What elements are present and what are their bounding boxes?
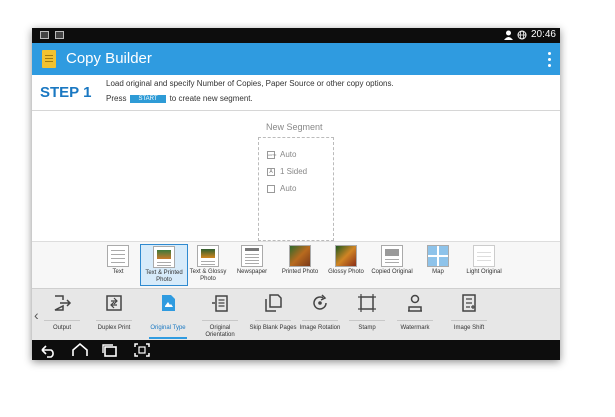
type-label: Light Original [466, 269, 502, 275]
app-bar: Copy Builder [32, 43, 560, 75]
func-image-shift[interactable]: Image Shift [444, 293, 494, 339]
step-label: STEP 1 [40, 84, 92, 101]
recents-icon[interactable] [100, 342, 120, 358]
func-label: Original Type [150, 325, 186, 331]
func-label: Watermark [400, 325, 430, 331]
stamp-icon [358, 294, 376, 312]
clock: 20:46 [530, 29, 556, 40]
original-type-bar: Text Text & Printed Photo Text & Glossy … [32, 241, 560, 289]
type-printed-photo[interactable]: Printed Photo [276, 244, 324, 286]
press-text: Press [106, 94, 127, 103]
image-rotation-icon [313, 294, 327, 310]
more-vert-icon[interactable] [546, 50, 552, 68]
function-bar: ‹ Output Duplex Print Original Type Orig… [32, 288, 560, 341]
func-original-type[interactable]: Original Type [143, 293, 193, 339]
create-text: to create new segment. [169, 94, 253, 103]
app-title: Copy Builder [66, 50, 152, 67]
type-label: Printed Photo [281, 269, 319, 275]
printed-photo-icon [289, 245, 311, 267]
func-label: Image Rotation [299, 325, 341, 331]
type-label: Text [112, 269, 124, 275]
func-output[interactable]: Output [37, 293, 87, 339]
func-label: Duplex Print [97, 325, 131, 331]
new-segment-box[interactable]: AUTO Auto A 1 Sided Auto [258, 137, 334, 241]
copied-original-icon [381, 245, 403, 267]
type-label: Glossy Photo [328, 269, 364, 275]
type-label: Text & Glossy Photo [189, 269, 227, 282]
segment-row-text: 1 Sided [280, 167, 308, 176]
duplex-print-icon [106, 295, 122, 311]
screenshot-icon[interactable] [132, 342, 152, 358]
newspaper-icon [241, 245, 263, 267]
step-instruction: Load original and specify Number of Copi… [106, 79, 394, 88]
func-label: Image Shift [453, 325, 485, 331]
type-newspaper[interactable]: Newspaper [228, 244, 276, 286]
paper-size-icon: AUTO [267, 150, 277, 159]
func-original-orientation[interactable]: Original Orientation [195, 293, 245, 339]
func-label: Output [52, 325, 71, 331]
func-label: Original Orientation [205, 325, 235, 338]
func-watermark[interactable]: Watermark [390, 293, 440, 339]
copy-builder-icon [42, 50, 56, 68]
segment-row-page: Auto [267, 184, 296, 193]
map-icon [427, 245, 449, 267]
globe-icon [517, 30, 527, 39]
mail-icon [55, 31, 64, 39]
type-text-glossy-photo[interactable]: Text & Glossy Photo [184, 244, 232, 286]
func-label: Skip Blank Pages [249, 325, 297, 331]
glossy-photo-icon [335, 245, 357, 267]
nav-bar [32, 340, 560, 360]
text-photo-doc-icon [153, 246, 175, 268]
step-instruction-2: Press START to create new segment. [106, 94, 253, 103]
light-original-icon [473, 245, 495, 267]
back-icon[interactable] [38, 342, 58, 358]
type-copied-original[interactable]: Copied Original [368, 244, 416, 286]
step-bar: STEP 1 Load original and specify Number … [32, 75, 560, 111]
type-label: Text & Printed Photo [145, 270, 183, 283]
person-icon [503, 30, 513, 40]
tablet-screen: 20:46 Copy Builder STEP 1 Load original … [32, 28, 560, 360]
output-icon [54, 295, 72, 311]
segment-canvas: New Segment AUTO Auto A 1 Sided Auto [32, 111, 560, 241]
segment-row-text: Auto [280, 184, 297, 193]
text-doc-icon [107, 245, 129, 267]
image-shift-icon [462, 294, 476, 312]
status-bar: 20:46 [32, 28, 560, 43]
func-skip-blank-pages[interactable]: Skip Blank Pages [248, 293, 298, 339]
type-light-original[interactable]: Light Original [460, 244, 508, 286]
original-orientation-icon [212, 295, 228, 312]
func-image-rotation[interactable]: Image Rotation [295, 293, 345, 339]
skip-blank-pages-icon [265, 294, 282, 312]
segment-row-text: Auto [280, 150, 297, 159]
image-icon [40, 31, 49, 39]
segment-title: New Segment [266, 122, 323, 132]
text-glossy-doc-icon [197, 245, 219, 267]
type-text-printed-photo[interactable]: Text & Printed Photo [140, 244, 188, 286]
type-label: Newspaper [236, 269, 268, 275]
original-type-icon [162, 295, 175, 311]
type-glossy-photo[interactable]: Glossy Photo [322, 244, 370, 286]
func-duplex-print[interactable]: Duplex Print [89, 293, 139, 339]
segment-row-paper: AUTO Auto [267, 150, 296, 159]
start-badge: START [130, 94, 166, 103]
type-map[interactable]: Map [414, 244, 462, 286]
type-label: Map [432, 269, 444, 275]
func-stamp[interactable]: Stamp [342, 293, 392, 339]
type-text[interactable]: Text [94, 244, 142, 286]
func-label: Stamp [358, 325, 376, 331]
type-label: Copied Original [371, 269, 413, 275]
watermark-icon [408, 294, 422, 312]
page-icon [267, 184, 275, 193]
sided-icon: A [267, 167, 275, 176]
segment-row-sided: A 1 Sided [267, 167, 307, 176]
home-icon[interactable] [70, 342, 90, 358]
